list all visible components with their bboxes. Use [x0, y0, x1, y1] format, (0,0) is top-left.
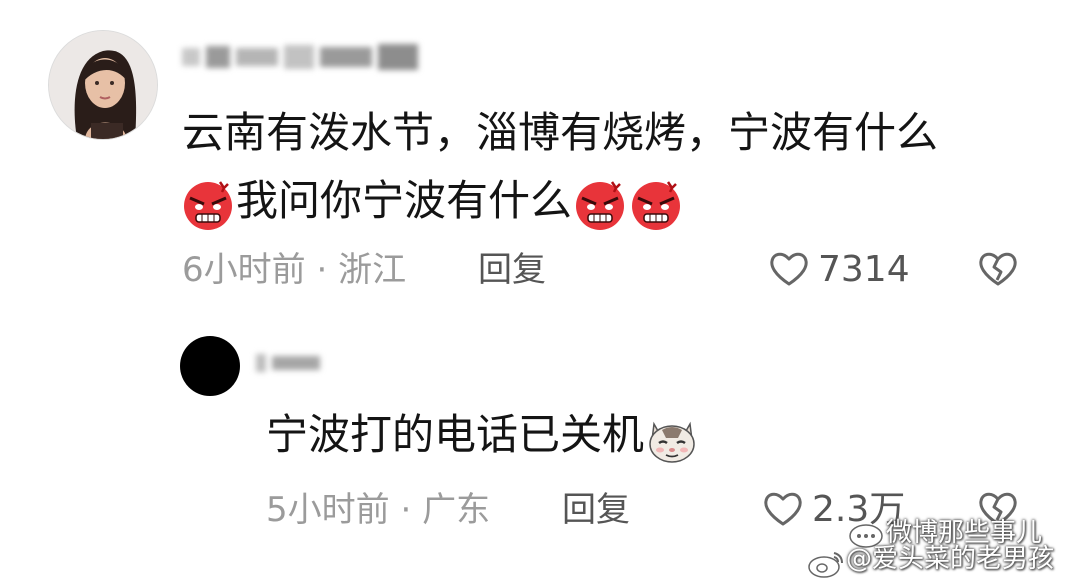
reply-comment-body: 宁波打的电话已关机	[266, 410, 645, 459]
like-button[interactable]	[768, 248, 810, 290]
angry-face-icon	[632, 180, 681, 230]
meta-separator: ·	[316, 250, 328, 290]
comment-meta: 6小时前 · 浙江	[182, 250, 406, 290]
heart-outline-icon	[764, 492, 802, 526]
weibo-logo-icon	[808, 551, 843, 578]
reply-comment-location: 广东	[422, 490, 491, 530]
like-button-2[interactable]	[762, 488, 804, 530]
dislike-button[interactable]	[976, 248, 1020, 290]
comment-time: 6小时前	[182, 250, 306, 290]
reply-button-2[interactable]: 回复	[562, 490, 630, 530]
comment-location: 浙江	[338, 250, 407, 290]
meta-separator: ·	[400, 490, 412, 530]
reply-comment-meta: 5小时前 · 广东	[266, 490, 490, 530]
cat-face-icon	[649, 421, 695, 463]
comment-text-line-2: 我问你宁波有什么	[180, 170, 684, 232]
watermark-text-2: @爱头菜的老男孩	[846, 544, 1055, 574]
comment-text-line-2-body: 我问你宁波有什么	[236, 176, 573, 225]
reply-comment-time: 5小时前	[266, 490, 390, 530]
watermark-line-2: @爱头菜的老男孩	[806, 538, 1054, 579]
angry-face-icon	[184, 180, 232, 230]
reply-commenter-avatar[interactable]	[180, 336, 240, 396]
heart-outline-icon	[770, 252, 808, 286]
commenter-avatar[interactable]	[48, 30, 158, 140]
like-count: 7314	[818, 249, 910, 290]
avatar-portrait-icon	[49, 31, 157, 139]
comment-text-line-1: 云南有泼水节，淄博有烧烤，宁波有什么	[182, 108, 939, 157]
reply-comment-text: 宁波打的电话已关机	[266, 404, 700, 466]
reply-button[interactable]: 回复	[478, 250, 546, 290]
broken-heart-icon	[979, 252, 1017, 286]
reply-username-blurred[interactable]	[256, 352, 336, 382]
commenter-username-blurred[interactable]	[182, 44, 452, 80]
angry-face-icon	[576, 180, 625, 230]
